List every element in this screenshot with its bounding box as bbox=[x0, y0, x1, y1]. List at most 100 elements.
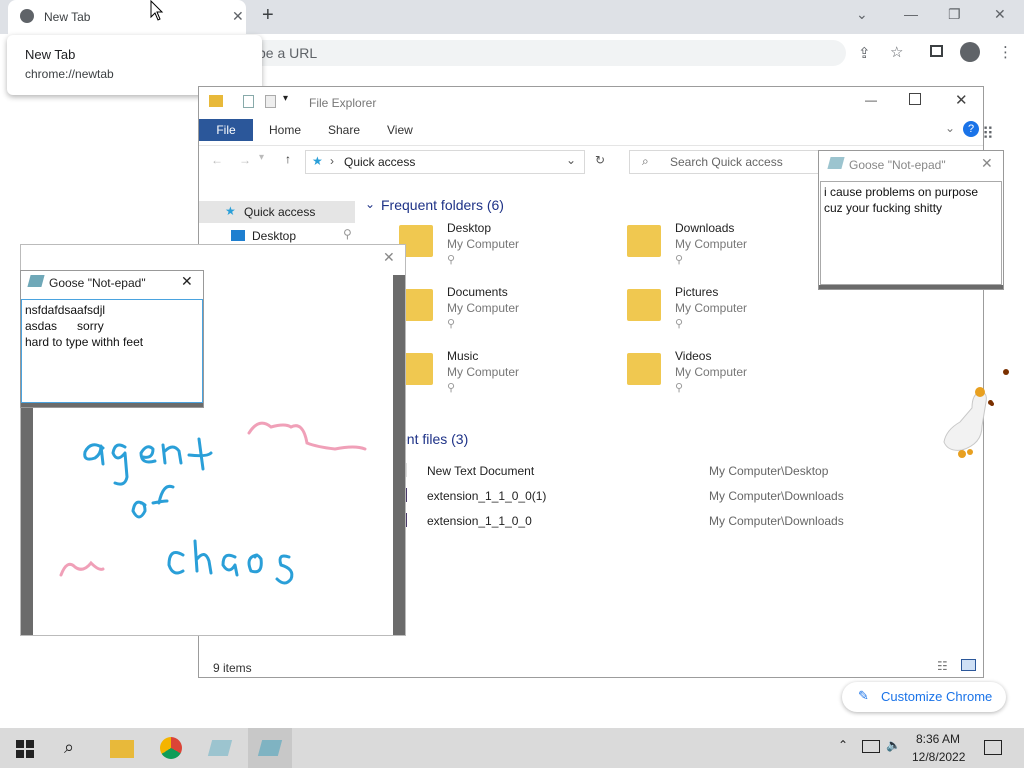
share-icon[interactable]: ⇪ bbox=[858, 44, 871, 62]
cursor-icon bbox=[150, 0, 164, 21]
tab-share[interactable]: Share bbox=[328, 123, 360, 137]
volume-icon[interactable]: 🔈 bbox=[886, 738, 901, 752]
customize-toolbar-icon[interactable]: ▾ bbox=[283, 93, 288, 104]
folder-location: My Computer bbox=[447, 365, 520, 379]
chevron-up-icon[interactable]: ⌃ bbox=[838, 738, 848, 752]
clock-time[interactable]: 8:36 AM bbox=[916, 732, 960, 746]
nav-item-label: Quick access bbox=[244, 205, 316, 219]
new-tab-button[interactable]: + bbox=[262, 4, 274, 27]
folder-name: Videos bbox=[675, 349, 712, 363]
address-bar[interactable]: ★ › Quick access ⌄ bbox=[305, 150, 585, 174]
chevron-right-icon: › bbox=[330, 154, 334, 168]
refresh-icon[interactable]: ↻ bbox=[595, 153, 605, 167]
tab-file[interactable]: File bbox=[199, 119, 253, 141]
nav-item-quick-access[interactable]: ★ Quick access bbox=[199, 201, 355, 223]
folder-name: Desktop bbox=[447, 221, 492, 235]
notepad-taskbar-icon[interactable] bbox=[207, 740, 233, 756]
properties-icon[interactable] bbox=[243, 95, 254, 108]
notepad-text-area[interactable]: i cause problems on purpose cuz your fuc… bbox=[820, 181, 1002, 285]
chevron-down-icon[interactable]: ⌄ bbox=[856, 6, 868, 23]
minimize-button[interactable]: — bbox=[904, 6, 918, 22]
side-panel-icon[interactable] bbox=[930, 45, 943, 57]
chevron-down-icon[interactable]: ⌄ bbox=[566, 153, 576, 167]
up-arrow-icon[interactable]: ↑ bbox=[285, 152, 291, 166]
ribbon-tabs: File Home Share View ⌄ ? bbox=[199, 119, 983, 141]
notepad-icon bbox=[827, 157, 845, 169]
file-name: extension_1_1_0_0(1) bbox=[427, 489, 547, 503]
file-explorer-taskbar-icon[interactable] bbox=[110, 740, 134, 758]
window-border bbox=[819, 285, 1003, 289]
goose-notepad-left: Goose "Not-epad" ✕ nsfdafdsaafsdjl asdas… bbox=[20, 270, 204, 408]
pin-icon: ⚲ bbox=[675, 318, 684, 330]
recent-file-row[interactable]: New Text Document My Computer\Desktop bbox=[399, 461, 979, 481]
goose-sprite bbox=[943, 387, 994, 458]
pencil-icon: ✎ bbox=[858, 688, 869, 703]
recent-file-row[interactable]: extension_1_1_0_0 My Computer\Downloads bbox=[399, 511, 979, 531]
close-icon[interactable]: ✕ bbox=[981, 155, 993, 172]
close-icon[interactable]: ✕ bbox=[232, 8, 244, 25]
hovercard-title: New Tab bbox=[25, 47, 76, 62]
folder-tile[interactable]: Documents My Computer ⚲ bbox=[399, 281, 599, 337]
profile-avatar[interactable] bbox=[960, 42, 980, 62]
file-path: My Computer\Desktop bbox=[709, 464, 829, 478]
customize-chrome-button[interactable]: ✎ Customize Chrome bbox=[842, 682, 1006, 712]
recent-locations-icon[interactable]: ▾ bbox=[259, 152, 264, 163]
pin-icon: ⚲ bbox=[447, 318, 456, 330]
browser-tab[interactable]: New Tab ✕ bbox=[8, 0, 246, 34]
back-arrow-icon[interactable]: ← bbox=[211, 153, 223, 167]
forward-arrow-icon[interactable]: → bbox=[239, 153, 251, 167]
folder-name: Documents bbox=[447, 285, 508, 299]
tiles-view-icon[interactable] bbox=[961, 659, 976, 671]
menu-icon[interactable]: ⋮ bbox=[998, 43, 1013, 61]
chrome-taskbar-icon[interactable] bbox=[160, 737, 182, 759]
search-icon[interactable]: ⌕ bbox=[64, 737, 74, 758]
customize-label: Customize Chrome bbox=[881, 689, 993, 704]
folder-tile[interactable]: Downloads My Computer ⚲ bbox=[627, 217, 827, 273]
folder-tile[interactable]: Music My Computer ⚲ bbox=[399, 345, 599, 401]
pin-icon: ⚲ bbox=[675, 382, 684, 394]
file-name: extension_1_1_0_0 bbox=[427, 514, 532, 528]
folder-tile[interactable]: Desktop My Computer ⚲ bbox=[399, 217, 599, 273]
notepad-text-area[interactable]: nsfdafdsaafsdjl asdas sorry hard to type… bbox=[21, 299, 203, 403]
videos-folder-icon bbox=[627, 353, 661, 385]
help-icon[interactable]: ? bbox=[963, 121, 979, 137]
folder-name: Downloads bbox=[675, 221, 735, 235]
recent-file-row[interactable]: extension_1_1_0_0(1) My Computer\Download… bbox=[399, 486, 979, 506]
folder-location: My Computer bbox=[447, 237, 520, 251]
clock-date[interactable]: 12/8/2022 bbox=[912, 750, 965, 764]
file-path: My Computer\Downloads bbox=[709, 514, 844, 528]
omnibox[interactable]: pe a URL bbox=[240, 40, 846, 66]
tab-home[interactable]: Home bbox=[269, 123, 301, 137]
chevron-down-icon[interactable]: ⌄ bbox=[365, 197, 375, 211]
notepad-icon bbox=[27, 275, 45, 287]
new-folder-icon[interactable] bbox=[265, 95, 276, 108]
folder-icon bbox=[209, 95, 223, 107]
notepad-taskbar-active[interactable] bbox=[248, 728, 292, 768]
recent-files-header: ent files (3) bbox=[399, 431, 469, 447]
star-icon: ★ bbox=[225, 204, 236, 218]
folder-location: My Computer bbox=[675, 301, 748, 315]
close-button[interactable]: ✕ bbox=[955, 91, 968, 109]
notepad-taskbar-icon bbox=[257, 740, 283, 756]
folder-tile[interactable]: Videos My Computer ⚲ bbox=[627, 345, 827, 401]
chevron-down-icon[interactable]: ⌄ bbox=[945, 121, 955, 135]
restore-button[interactable]: ❐ bbox=[948, 6, 961, 23]
taskbar: ⌕ ⌃ 🔈 8:36 AM 12/8/2022 bbox=[0, 728, 1024, 768]
notifications-icon[interactable] bbox=[984, 740, 1002, 755]
frequent-folders-header: Frequent folders (6) bbox=[381, 197, 504, 213]
search-input[interactable]: ⌕ Search Quick access bbox=[629, 150, 829, 174]
minimize-button[interactable]: — bbox=[865, 93, 877, 107]
tab-view[interactable]: View bbox=[387, 123, 413, 137]
maximize-button[interactable] bbox=[909, 93, 921, 105]
tab-title: New Tab bbox=[44, 10, 91, 24]
network-icon[interactable] bbox=[862, 740, 880, 753]
close-icon[interactable]: ✕ bbox=[181, 273, 193, 290]
folder-name: Music bbox=[447, 349, 479, 363]
desktop-icon bbox=[231, 230, 245, 241]
star-icon[interactable]: ☆ bbox=[890, 43, 903, 61]
close-button[interactable]: ✕ bbox=[994, 6, 1006, 23]
folder-tile[interactable]: Pictures My Computer ⚲ bbox=[627, 281, 827, 337]
details-view-icon[interactable]: ☷ bbox=[937, 659, 948, 673]
pin-icon: ⚲ bbox=[447, 254, 456, 266]
windows-start-icon[interactable] bbox=[16, 740, 34, 758]
